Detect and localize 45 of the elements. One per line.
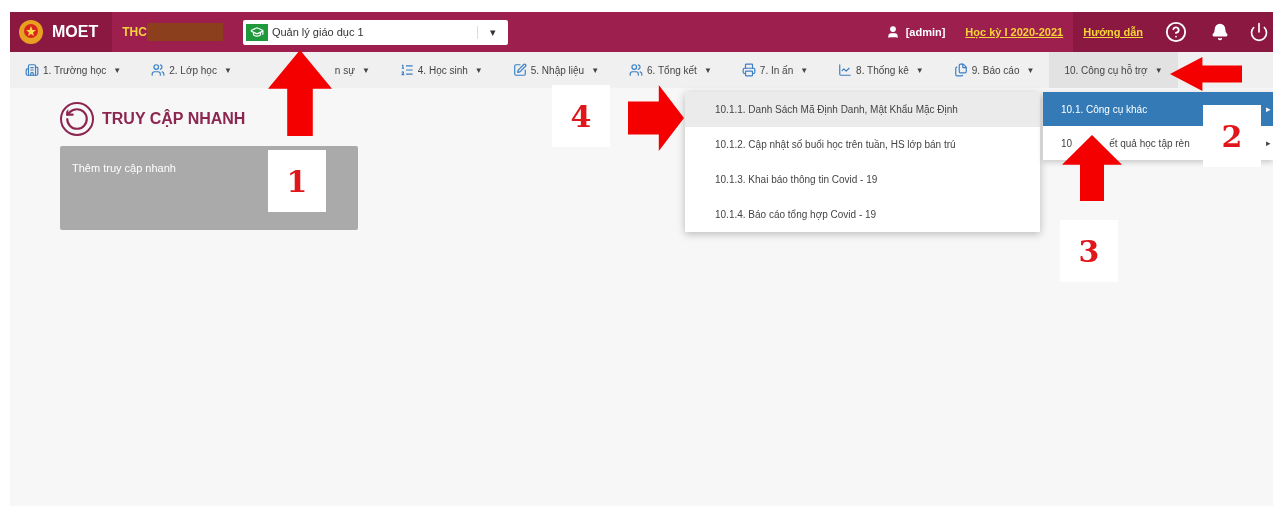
chart-icon: [838, 63, 853, 77]
people-icon: [151, 63, 166, 77]
dropdown-item[interactable]: 10.1.1. Danh Sách Mã Định Danh, Mật Khẩu Mặc Định: [685, 92, 1040, 127]
nav-menu-item[interactable]: 10. Công cụ hỗ trợ ▼: [1049, 52, 1178, 88]
step-number: 4: [552, 85, 610, 147]
edit-icon: [512, 63, 527, 77]
school-name: THC: [122, 25, 147, 39]
annotation-arrow: [1062, 135, 1122, 201]
submenu-caret: ▸: [1266, 138, 1272, 148]
submenu-caret: ▸: [1266, 104, 1272, 114]
documents-icon: [953, 63, 968, 77]
annotation-arrow: [1170, 57, 1242, 91]
term-link[interactable]: Học kỳ I 2020-2021: [955, 26, 1074, 38]
section-title: TRUY CẬP NHANH: [102, 110, 246, 128]
nav-menu-item[interactable]: 9. Báo cáo ▼: [938, 52, 1050, 88]
nav-menu-item[interactable]: 4. Học sinh ▼: [384, 52, 498, 88]
user-name: [admin]: [905, 26, 946, 38]
people-icon: [629, 63, 644, 77]
nav-menu-item[interactable]: 8. Thống kê ▼: [823, 52, 939, 88]
brand-name: MOET: [52, 23, 99, 41]
nav-menu-item[interactable]: 7. In ấn ▼: [726, 52, 824, 88]
nav-menu-item[interactable]: 6. Tổng kết ▼: [614, 52, 727, 88]
building-icon: [25, 63, 39, 77]
dropdown-item[interactable]: 10.1.3. Khai báo thông tin Covid - 19: [685, 162, 1040, 197]
module-select[interactable]: Quản lý giáo dục 1 ▾: [242, 19, 508, 45]
help-link[interactable]: Hướng dẫn: [1073, 26, 1153, 38]
step-number: 2: [1203, 105, 1261, 167]
bell-icon[interactable]: [1211, 23, 1229, 41]
help-icon[interactable]: [1165, 21, 1187, 43]
refresh-icon: [60, 102, 94, 136]
user-icon: [885, 25, 900, 39]
dropdown-item[interactable]: 10.1.2. Cập nhật số buổi học trên tuần, HS lớp bán trú: [685, 127, 1040, 162]
annotation-arrow: [628, 85, 684, 151]
nav-menu-item[interactable]: n sự ▼: [334, 52, 385, 88]
dropdown-item[interactable]: 10.1.4. Báo cáo tổng hợp Covid - 19: [685, 197, 1040, 232]
graduation-cap-icon: [245, 23, 268, 41]
submenu-item-text[interactable]: ết quả học tập rèn: [1109, 137, 1190, 149]
nav-menu-item[interactable]: 1. Trường học ▼: [10, 52, 137, 88]
printer-icon: [741, 63, 756, 77]
nav-menu-item[interactable]: 5. Nhập liệu ▼: [497, 52, 615, 88]
nav-menu-item[interactable]: 2. Lớp học ▼: [136, 52, 247, 88]
step-number: 1: [268, 150, 326, 212]
power-icon[interactable]: [1249, 22, 1269, 42]
step-number: 3: [1060, 220, 1118, 282]
emblem-icon: [18, 19, 44, 45]
